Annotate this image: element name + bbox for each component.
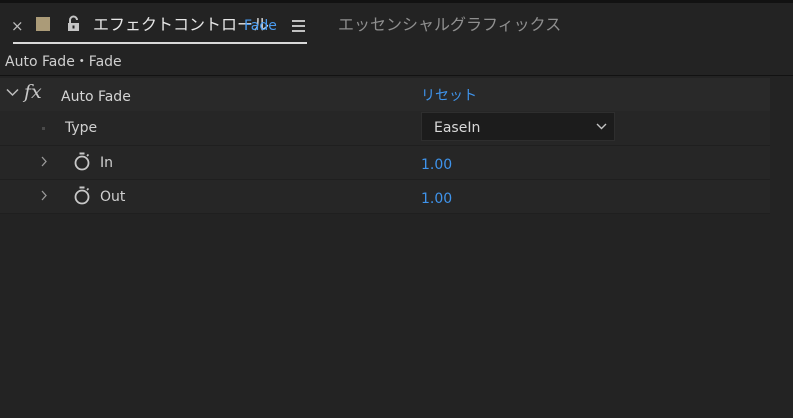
empty-panel-area — [0, 214, 793, 418]
tab-clip-name: Fade — [244, 18, 277, 34]
effect-controls-panel: × エフェクトコントロール Fade エッセンシャルグラフィックス Auto F… — [0, 0, 793, 418]
stopwatch-icon[interactable] — [74, 186, 90, 205]
chevron-right-icon[interactable] — [41, 190, 47, 201]
chevron-down-icon[interactable] — [6, 88, 19, 97]
label-color-swatch — [36, 17, 50, 31]
close-icon[interactable]: × — [11, 18, 24, 34]
effect-name: Auto Fade — [61, 89, 131, 105]
property-row-out: Out 1.00 — [0, 180, 793, 214]
tab-effect-controls[interactable]: エフェクトコントロール — [93, 15, 269, 35]
property-value-in[interactable]: 1.00 — [421, 156, 452, 174]
panel-menu-icon[interactable] — [292, 20, 305, 32]
property-row-in: In 1.00 — [0, 146, 793, 180]
fx-icon[interactable]: fx — [24, 81, 42, 103]
breadcrumb: Auto Fade・Fade — [5, 54, 122, 70]
stopwatch-icon[interactable] — [74, 152, 90, 171]
chevron-down-icon — [596, 123, 607, 130]
effect-row-auto-fade[interactable]: fx Auto Fade リセット — [0, 78, 793, 111]
property-label-in: In — [100, 155, 114, 171]
bullet-icon — [42, 127, 45, 130]
property-label-out: Out — [100, 189, 126, 205]
property-value-out[interactable]: 1.00 — [421, 190, 452, 208]
divider — [0, 75, 793, 76]
reset-button[interactable]: リセット — [421, 87, 477, 105]
type-dropdown[interactable]: EaseIn — [421, 112, 615, 141]
lock-icon[interactable] — [67, 15, 80, 32]
chevron-right-icon[interactable] — [41, 156, 47, 167]
type-dropdown-value: EaseIn — [434, 120, 481, 136]
active-tab-underline — [13, 42, 307, 44]
property-label-type: Type — [65, 120, 98, 136]
panel-tab-bar: × エフェクトコントロール Fade エッセンシャルグラフィックス — [0, 0, 793, 48]
tab-essential-graphics[interactable]: エッセンシャルグラフィックス — [338, 15, 561, 35]
property-row-type: Type EaseIn — [0, 111, 793, 146]
